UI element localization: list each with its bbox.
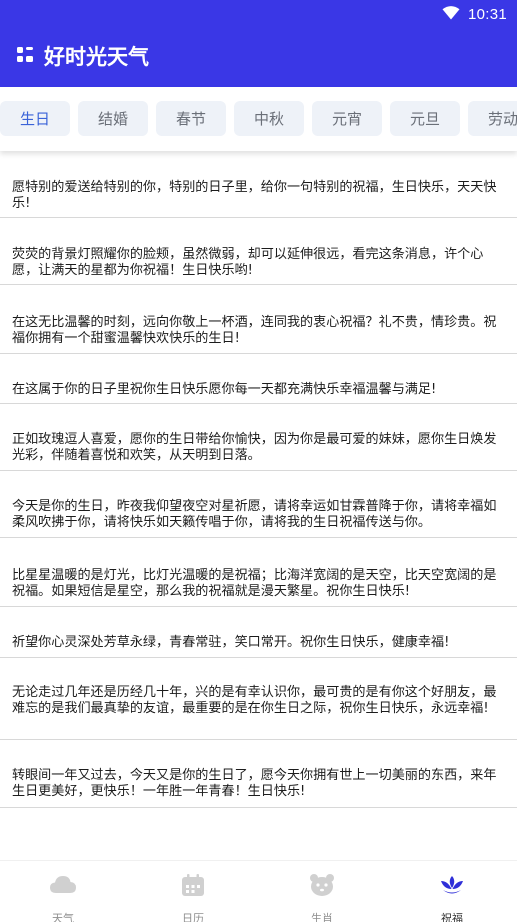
divider	[0, 739, 517, 740]
bottom-nav: 天气 日历 生肖 祝福	[0, 860, 517, 922]
nav-label: 生肖	[311, 912, 333, 922]
nav-label: 日历	[182, 912, 204, 922]
app-title: 好时光天气	[44, 45, 149, 69]
divider	[0, 807, 517, 808]
tab-spring-festival[interactable]: 春节	[156, 101, 226, 136]
divider	[0, 470, 517, 471]
wish-item[interactable]: 今天是你的生日，昨夜我仰望夜空对星祈愿，请将幸运如甘霖普降于你，请将幸福如柔风吹…	[12, 499, 507, 531]
wish-item[interactable]: 无论走过几年还是历经几十年，兴的是有幸认识你，最可贵的是有你这个好朋友，最难忘的…	[12, 685, 507, 717]
status-time: 10:31	[467, 5, 507, 23]
status-bar: 10:31	[442, 4, 507, 24]
lotus-icon	[439, 873, 465, 901]
divider	[0, 284, 517, 285]
divider	[0, 657, 517, 658]
grid-icon[interactable]	[16, 45, 34, 67]
tab-mid-autumn[interactable]: 中秋	[234, 101, 304, 136]
category-tabs-bar: 生日 结婚 春节 中秋 元宵 元旦 劳动	[0, 87, 517, 151]
cloud-icon	[49, 873, 77, 901]
tab-birthday[interactable]: 生日	[0, 101, 70, 136]
divider	[0, 403, 517, 404]
nav-label: 天气	[52, 912, 74, 922]
app-title-row: 好时光天气	[16, 41, 149, 71]
nav-label: 祝福	[441, 912, 463, 922]
app-screen: 10:31 好时光天气 生日 结婚 春节 中秋 元宵 元旦 劳动 愿特别的爱送给…	[0, 0, 517, 922]
wish-item[interactable]: 在这属于你的日子里祝你生日快乐愿你每一天都充满快乐幸福温馨与满足!	[12, 382, 507, 398]
category-tabs: 生日 结婚 春节 中秋 元宵 元旦 劳动	[0, 101, 517, 136]
app-header: 10:31 好时光天气	[0, 0, 517, 87]
divider	[0, 353, 517, 354]
wish-item[interactable]: 转眼间一年又过去，今天又是你的生日了，愿今天你拥有世上一切美丽的东西，来年生日更…	[12, 768, 507, 800]
wish-item[interactable]: 愿特别的爱送给特别的你，特别的日子里，给你一句特别的祝福，生日快乐，天天快乐!	[12, 180, 507, 212]
nav-item-weather[interactable]: 天气	[23, 873, 103, 922]
nav-item-zodiac[interactable]: 生肖	[282, 873, 362, 922]
tab-wedding[interactable]: 结婚	[78, 101, 148, 136]
wish-item[interactable]: 比星星温暖的是灯光，比灯光温暖的是祝福；比海洋宽阔的是天空，比天空宽阔的是祝福。…	[12, 568, 507, 600]
wifi-icon	[442, 5, 460, 24]
tab-lantern-festival[interactable]: 元宵	[312, 101, 382, 136]
tab-new-year[interactable]: 元旦	[390, 101, 460, 136]
nav-item-calendar[interactable]: 日历	[153, 873, 233, 922]
nav-item-blessing[interactable]: 祝福	[412, 873, 492, 922]
tab-labor-day[interactable]: 劳动	[468, 101, 517, 136]
divider	[0, 537, 517, 538]
zodiac-icon	[309, 873, 335, 901]
wish-item[interactable]: 正如玫瑰逗人喜爱，愿你的生日带给你愉快，因为你是最可爱的妹妹，愿你生日焕发光彩，…	[12, 432, 507, 464]
divider	[0, 217, 517, 218]
wish-item[interactable]: 祈望你心灵深处芳草永绿，青春常驻，笑口常开。祝你生日快乐，健康幸福!	[12, 635, 507, 651]
divider	[0, 606, 517, 607]
wish-item[interactable]: 在这无比温馨的时刻，远向你敬上一杯酒，连同我的衷心祝福？礼不贵，情珍贵。祝福你拥…	[12, 315, 507, 347]
wish-list: 愿特别的爱送给特别的你，特别的日子里，给你一句特别的祝福，生日快乐，天天快乐! …	[0, 160, 517, 860]
wish-item[interactable]: 荧荧的背景灯照耀你的脸颊，虽然微弱，却可以延伸很远，看完这条消息，许个心愿，让满…	[12, 247, 507, 279]
calendar-icon	[180, 873, 206, 901]
